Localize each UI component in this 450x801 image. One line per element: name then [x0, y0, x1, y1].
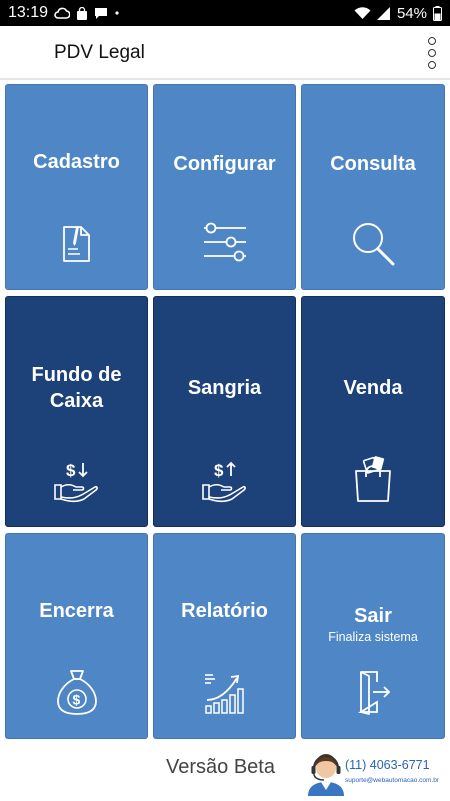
support-email[interactable]: suporte@webautomacao.com.br [345, 777, 439, 784]
status-time: 13:19 [8, 4, 49, 21]
tile-label-line2: Caixa [49, 390, 104, 412]
magnifier-icon [349, 219, 397, 267]
sliders-icon [201, 219, 249, 267]
tile-cadastro[interactable]: Cadastro [5, 84, 148, 290]
chat-icon [94, 7, 108, 20]
battery-icon [433, 5, 442, 21]
footer: Versão Beta (11) 4063-6771 suporte@webau… [0, 742, 450, 800]
tile-consulta[interactable]: Consulta [301, 84, 445, 290]
svg-text:$: $ [214, 461, 224, 480]
svg-text:$: $ [72, 692, 80, 708]
support-agent-icon[interactable] [306, 746, 346, 796]
cloud-icon [54, 7, 71, 19]
shopping-bag-icon [349, 455, 397, 503]
hand-dollar-up-icon: $ [201, 457, 249, 505]
wifi-icon [354, 6, 371, 20]
tile-label: Encerra [39, 600, 114, 622]
menu-grid: Cadastro Configurar Consulta Fundo de Ca… [5, 84, 445, 740]
menu-dot [428, 49, 436, 57]
tile-label: Sangria [187, 377, 262, 399]
app-bar: PDV Legal [0, 26, 450, 80]
tile-label: Cadastro [33, 151, 120, 173]
hand-dollar-down-icon: $ [53, 457, 101, 505]
status-left: 13:19 [8, 4, 120, 22]
status-bar: 13:19 54% [0, 0, 450, 26]
battery-percent: 54% [396, 4, 427, 22]
more-vert-icon[interactable] [420, 34, 444, 72]
tile-fundo-de-caixa[interactable]: Fundo de Caixa $ [5, 296, 148, 527]
tile-label-line1: Fundo de [31, 364, 122, 386]
tile-label: Sair [354, 605, 392, 627]
tile-sair[interactable]: Sair Finaliza sistema [301, 533, 445, 739]
menu-dot [428, 37, 436, 45]
dot-icon [114, 10, 120, 16]
tile-label: Consulta [330, 153, 416, 175]
tile-encerra[interactable]: Encerra $ [5, 533, 148, 739]
status-right: 54% [354, 5, 442, 22]
bar-chart-growth-icon [201, 668, 249, 716]
menu-dot [428, 61, 436, 69]
support-phone[interactable]: (11) 4063-6771 [345, 758, 430, 772]
tile-label: Relatório [181, 600, 268, 622]
money-bag-icon: $ [53, 668, 101, 716]
tile-label: Venda [343, 377, 403, 399]
tile-sublabel: Finaliza sistema [328, 630, 418, 644]
document-pen-icon [53, 219, 101, 267]
exit-door-icon [349, 668, 397, 716]
version-label: Versão Beta [166, 756, 275, 778]
signal-icon [376, 6, 391, 20]
tile-venda[interactable]: Venda [301, 296, 445, 527]
tile-configurar[interactable]: Configurar [153, 84, 296, 290]
bag-icon [76, 6, 88, 20]
tile-relatorio[interactable]: Relatório [153, 533, 296, 739]
svg-text:$: $ [66, 461, 76, 480]
tile-sangria[interactable]: Sangria $ [153, 296, 296, 527]
tile-label: Configurar [173, 153, 276, 175]
app-title: PDV Legal [54, 42, 145, 63]
